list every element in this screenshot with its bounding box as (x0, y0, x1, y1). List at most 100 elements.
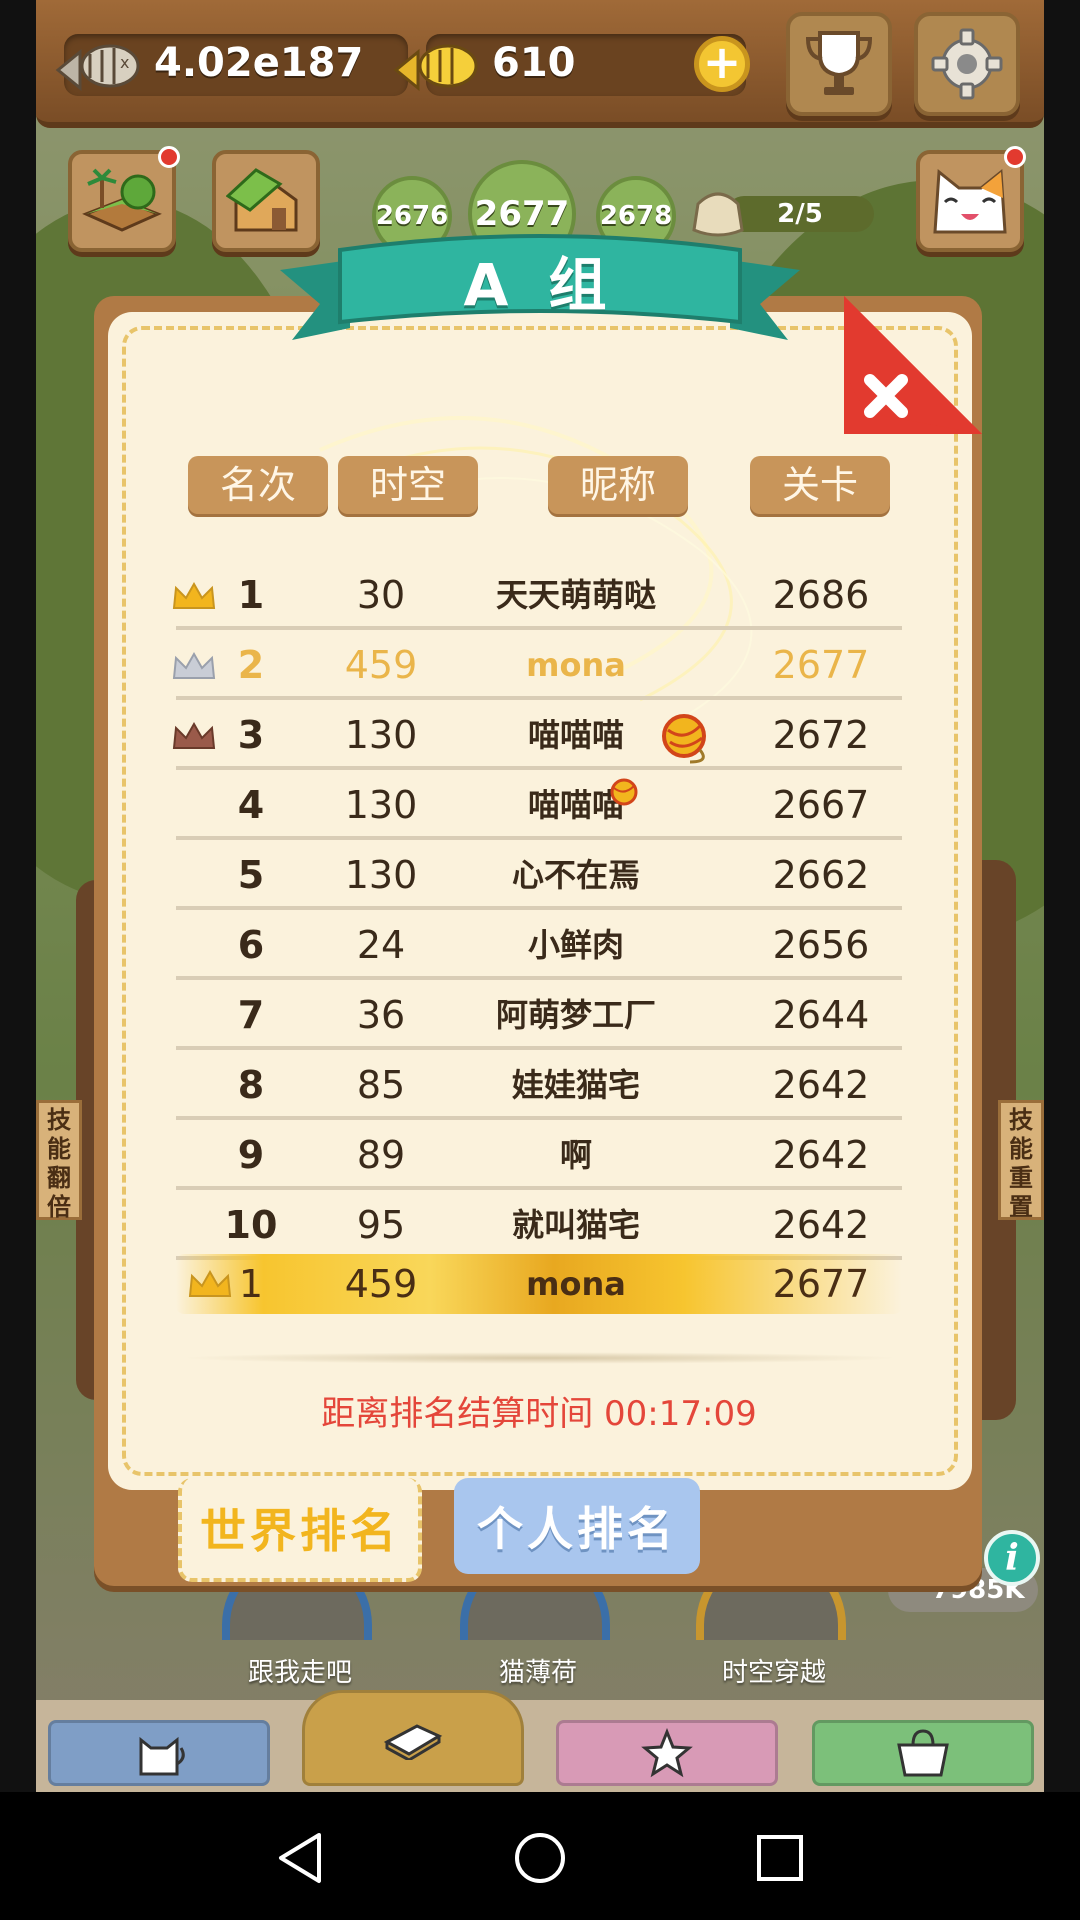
ranking-row: 4 130 喵喵喵 2667 (176, 770, 902, 840)
my-rank-row: 1 459 mona 2677 (176, 1254, 902, 1314)
home-circle-icon (515, 1833, 565, 1883)
top-bar: x 4.02e187 610 + (36, 0, 1044, 128)
stage-cell: 2656 (772, 923, 870, 967)
ranking-row: 7 36 阿萌梦工厂 2644 (176, 980, 902, 1050)
stage-cell: 2642 (772, 1133, 870, 1177)
follow-me-caption: 跟我走吧 (247, 1658, 352, 1688)
name-cell: 小鲜肉 (527, 926, 624, 964)
name-cell: 娃娃猫宅 (511, 1066, 640, 1104)
name-cell: mona (526, 646, 626, 684)
back-button[interactable] (272, 1830, 328, 1886)
home-button[interactable] (512, 1830, 568, 1886)
cat-icon (139, 1736, 185, 1776)
time-cell: 24 (356, 923, 406, 967)
stage-cell: 2672 (772, 713, 870, 757)
rank-cell: 5 (237, 853, 265, 897)
settlement-countdown: 距离排名结算时间 00:17:09 (321, 1394, 757, 1434)
my-stage: 2677 (772, 1262, 870, 1306)
skill-double-label[interactable]: 技 能 翻 倍 (36, 1100, 82, 1221)
my-rank: 1 (238, 1262, 264, 1306)
rank-cell: 1 (237, 573, 265, 617)
skill-reset-char: 能 (1009, 1135, 1033, 1163)
time-cell: 130 (344, 853, 418, 897)
name-cell: 心不在焉 (511, 856, 640, 894)
skill-double-char: 能 (47, 1135, 71, 1163)
time-cell: 30 (356, 573, 406, 617)
info-button[interactable]: i (984, 1530, 1040, 1586)
tab-shop[interactable] (812, 1720, 1034, 1786)
tab-world-ranking[interactable]: 世界排名 (178, 1478, 422, 1582)
fish-bone-icon: x (55, 44, 140, 92)
gold-fish-amount: 610 (492, 40, 576, 86)
shopping-bag-icon (897, 1729, 949, 1777)
book-icon (383, 1724, 443, 1760)
skill-double-char: 技 (47, 1106, 71, 1134)
group-title: A 组 (463, 251, 617, 319)
time-cell: 85 (356, 1063, 406, 1107)
time-travel-caption: 时空穿越 (721, 1658, 826, 1688)
rank-cell: 2 (237, 643, 265, 687)
tab-favorites[interactable] (556, 1720, 778, 1786)
skill-double-char: 翻 (47, 1164, 71, 1192)
skill-reset-label[interactable]: 技 能 重 置 (998, 1100, 1044, 1221)
svg-text:x: x (120, 53, 129, 72)
rank-cell: 3 (237, 713, 265, 757)
name-cell: 阿萌梦工厂 (495, 996, 656, 1034)
close-button[interactable] (844, 296, 982, 434)
bronze-crown-icon (172, 722, 216, 749)
ranking-row: 10 95 就叫猫宅 2642 (176, 1190, 902, 1260)
stage-cell: 2642 (772, 1063, 870, 1107)
time-cell: 130 (344, 783, 418, 827)
skill-reset-char: 重 (1009, 1164, 1033, 1192)
settings-button[interactable] (914, 12, 1020, 116)
stage-cell: 2667 (772, 783, 870, 827)
cat-notification-dot (1004, 146, 1026, 168)
rank-cell: 9 (237, 1133, 265, 1177)
island-button[interactable] (68, 150, 176, 252)
my-name: mona (526, 1265, 626, 1303)
rank-cell: 7 (237, 993, 265, 1037)
gold-crown-icon (172, 582, 216, 609)
island-notification-dot (158, 146, 180, 168)
yarn-ball-icon (662, 714, 706, 764)
island-icon (82, 168, 162, 232)
recents-square-icon (757, 1835, 803, 1881)
name-cell: 喵喵喵 (527, 716, 624, 754)
silver-crown-icon (172, 652, 216, 679)
trophy-button[interactable] (786, 12, 892, 116)
catnip-caption: 猫薄荷 (498, 1658, 577, 1688)
ranking-row: 2 459 mona 2677 (172, 630, 902, 700)
header-name: 昵称 (548, 456, 688, 514)
stage-cell: 2677 (772, 643, 870, 687)
divider (180, 1352, 900, 1364)
back-triangle-icon (279, 1833, 321, 1883)
time-cell: 36 (356, 993, 406, 1037)
name-cell: 喵喵喵 (527, 786, 624, 824)
tab-personal-ranking[interactable]: 个人排名 (454, 1478, 700, 1574)
ranking-row: 1 30 天天萌萌哒 2686 (172, 560, 902, 630)
tab-cats[interactable] (48, 1720, 270, 1786)
cat-face-icon (933, 169, 1007, 234)
stage-cell: 2644 (772, 993, 870, 1037)
name-cell: 啊 (559, 1136, 592, 1174)
name-cell: 就叫猫宅 (511, 1206, 640, 1244)
stage-cell: 2642 (772, 1203, 870, 1247)
time-cell: 89 (356, 1133, 406, 1177)
time-cell: 95 (356, 1203, 406, 1247)
rank-cell: 4 (237, 783, 265, 827)
star-icon (641, 1728, 693, 1778)
rank-cell: 6 (237, 923, 265, 967)
stage-cell: 2662 (772, 853, 870, 897)
ranking-row: 3 130 喵喵喵 2672 (172, 700, 902, 770)
recents-button[interactable] (752, 1830, 808, 1886)
header-stage: 关卡 (750, 456, 890, 514)
trophy-icon (805, 31, 873, 95)
add-gold-button[interactable]: + (694, 36, 750, 92)
skill-reset-char: 置 (1009, 1193, 1033, 1221)
time-cell: 459 (344, 643, 418, 687)
ranking-row: 5 130 心不在焉 2662 (176, 840, 902, 910)
yarn-ball-small-icon (610, 778, 638, 806)
skill-reset-char: 技 (1009, 1106, 1033, 1134)
skill-double-char: 倍 (47, 1193, 71, 1221)
tab-book[interactable] (302, 1690, 524, 1786)
